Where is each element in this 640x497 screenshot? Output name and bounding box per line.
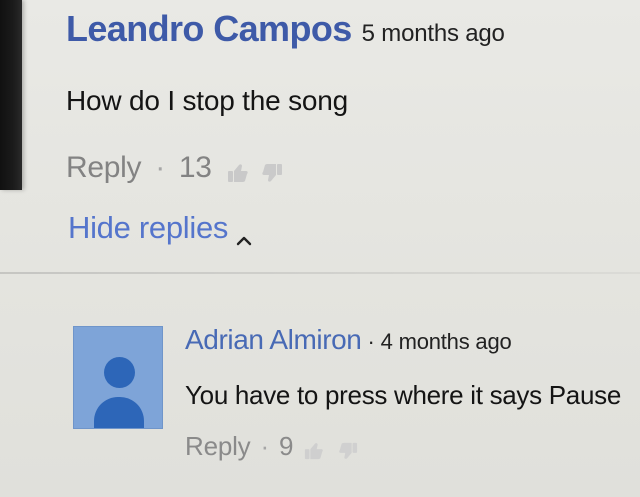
reply-timestamp: 4 months ago — [380, 329, 512, 354]
reply-separator: · — [367, 329, 375, 354]
reply-meta: Adrian Almiron · 4 months ago — [185, 324, 640, 356]
reply-vote-buttons — [303, 437, 361, 459]
avatar-head-shape — [104, 357, 135, 388]
section-divider — [0, 272, 640, 274]
thumbs-down-icon[interactable] — [337, 437, 361, 459]
reply-action-separator: · — [260, 431, 269, 461]
reply-button[interactable]: Reply — [66, 151, 142, 185]
reply-reply-button[interactable]: Reply — [185, 431, 251, 462]
thumbs-down-icon[interactable] — [260, 158, 284, 182]
left-edge-thumbnail-strip — [0, 0, 22, 190]
reply-like-count: 9 — [278, 431, 294, 461]
vote-buttons — [226, 158, 284, 182]
comment-actions: Reply · 13 — [66, 151, 626, 185]
hide-replies-toggle[interactable]: Hide replies — [68, 210, 252, 246]
thumbs-up-icon[interactable] — [303, 437, 327, 459]
reply-actions: Reply · 9 — [185, 431, 640, 462]
comment-main: Leandro Campos 5 months ago How do I sto… — [66, 8, 626, 185]
reply-avatar[interactable] — [73, 326, 163, 429]
chevron-up-icon — [236, 221, 252, 246]
reply-author-link[interactable]: Adrian Almiron — [185, 324, 362, 356]
reply-text: You have to press where it says Pause — [185, 380, 621, 410]
comment-author-link[interactable]: Leandro Campos — [66, 8, 352, 50]
like-count: 13 — [178, 150, 212, 184]
hide-replies-label: Hide replies — [68, 210, 229, 245]
comment-timestamp: 5 months ago — [361, 20, 505, 47]
separator-dot: · — [155, 150, 165, 184]
reply-content: Adrian Almiron · 4 months ago You have t… — [185, 324, 640, 462]
comment-text: How do I stop the song — [66, 85, 348, 116]
avatar-body-shape — [94, 397, 144, 428]
reply-comment: Adrian Almiron · 4 months ago You have t… — [73, 318, 640, 488]
comment-meta: Leandro Campos 5 months ago — [66, 8, 626, 50]
screenshot-page: Leandro Campos 5 months ago How do I sto… — [0, 0, 640, 497]
thumbs-up-icon[interactable] — [226, 158, 250, 182]
